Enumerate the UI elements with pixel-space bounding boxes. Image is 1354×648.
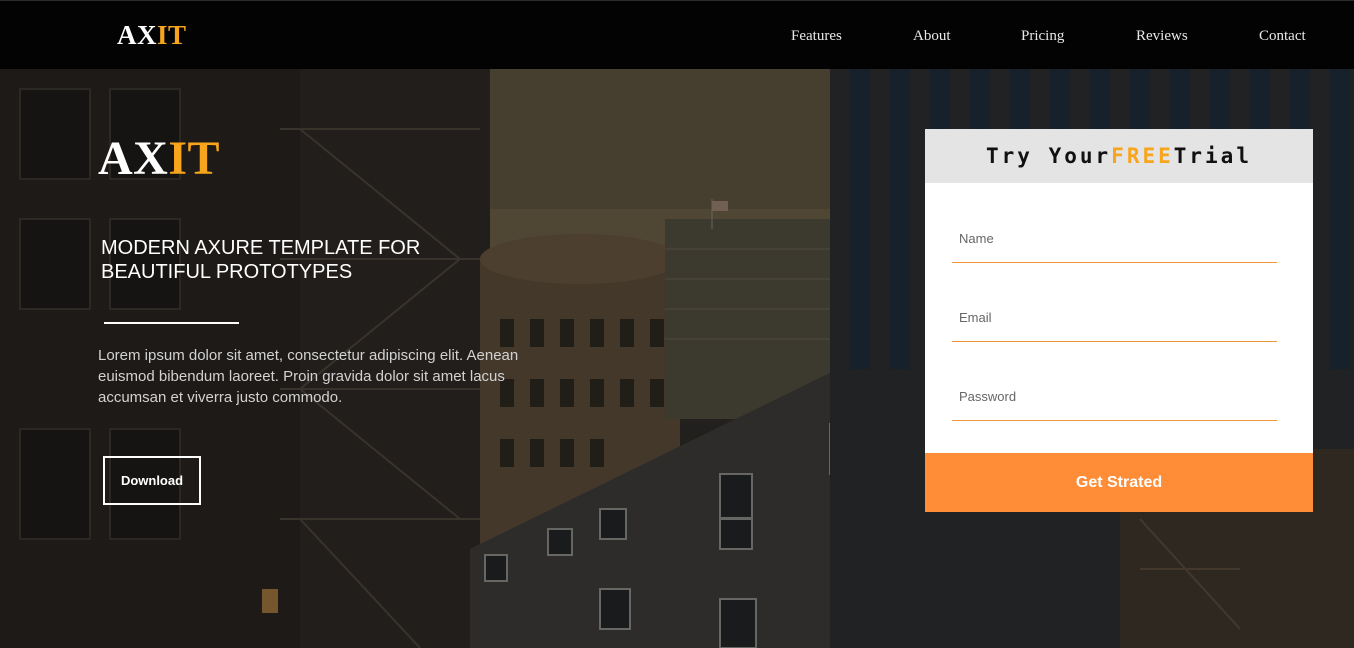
password-input[interactable] <box>959 379 1269 413</box>
hero-divider <box>104 322 239 324</box>
nav-logo-part1: AX <box>117 20 157 50</box>
nav-link-features[interactable]: Features <box>791 27 842 45</box>
hero-logo: AXIT <box>98 133 220 185</box>
trial-signup-card: Try YourFREETrial Get Strated <box>925 129 1313 512</box>
trial-title-after: Trial <box>1173 144 1252 168</box>
download-button[interactable]: Download <box>103 456 201 505</box>
name-field[interactable] <box>952 221 1277 263</box>
nav-link-reviews[interactable]: Reviews <box>1136 27 1188 45</box>
hero-description: Lorem ipsum dolor sit amet, consectetur … <box>98 347 519 406</box>
hero-logo-part2: IT <box>168 132 221 185</box>
navbar: AXIT Features About Pricing Reviews Cont… <box>0 0 1354 69</box>
hero-title: MODERN AXURE TEMPLATE FOR BEAUTIFUL PROT… <box>101 237 421 283</box>
nav-link-contact[interactable]: Contact <box>1259 27 1306 45</box>
hero-logo-part1: AX <box>98 132 169 185</box>
trial-card-title: Try Your FREE Trial <box>925 129 1313 183</box>
get-started-button[interactable]: Get Strated <box>925 453 1313 512</box>
trial-title-highlight: FREE <box>1111 144 1174 168</box>
trial-title-before: Try Your <box>986 144 1112 168</box>
nav-logo-part2: IT <box>157 20 187 50</box>
nav-logo[interactable]: AXIT <box>117 19 187 51</box>
email-field[interactable] <box>952 300 1277 342</box>
password-field[interactable] <box>952 379 1277 421</box>
email-input[interactable] <box>959 300 1269 334</box>
name-input[interactable] <box>959 221 1269 255</box>
nav-link-pricing[interactable]: Pricing <box>1021 27 1064 45</box>
nav-link-about[interactable]: About <box>913 27 951 45</box>
